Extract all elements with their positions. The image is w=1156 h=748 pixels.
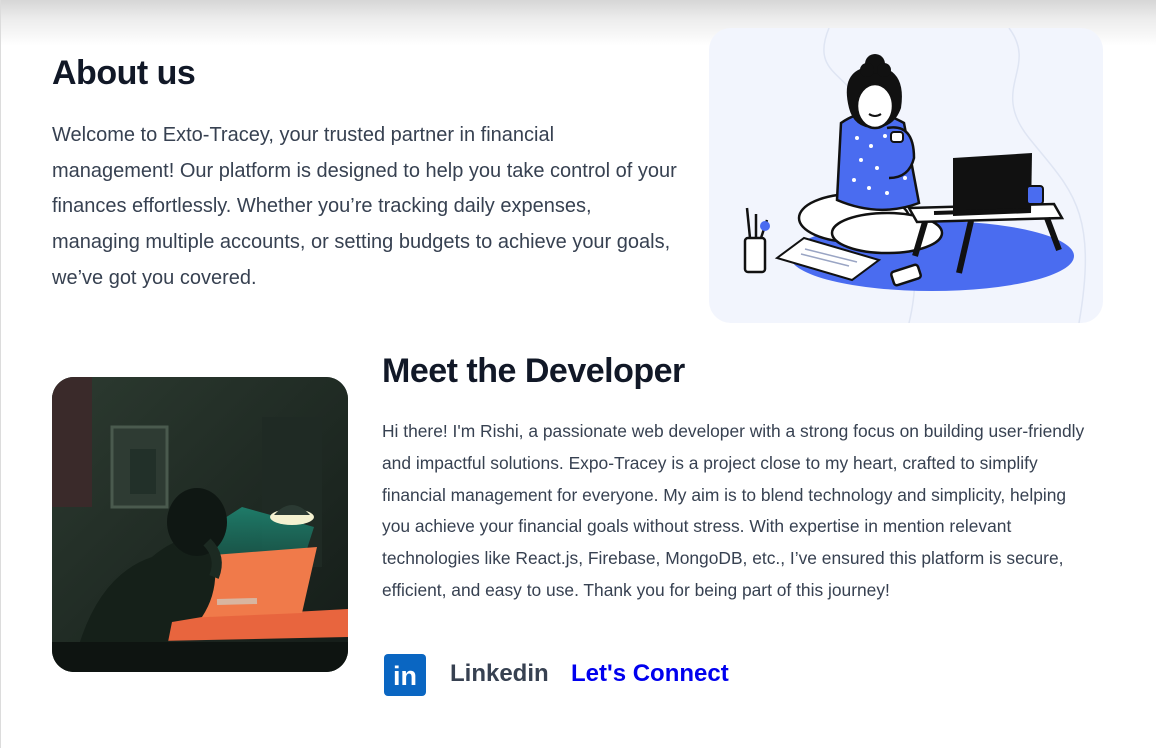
- developer-photo: [52, 377, 348, 672]
- linkedin-icon-glyph: in: [393, 661, 417, 691]
- about-description: Welcome to Exto-Tracey, your trusted par…: [52, 124, 677, 289]
- linkedin-icon[interactable]: in: [384, 654, 426, 696]
- developer-bio: Hi there! I'm Rishi, a passionate web de…: [382, 421, 1085, 600]
- about-title: About us: [52, 54, 196, 92]
- developer-section-title: Meet the Developer: [382, 352, 685, 390]
- linkedin-label: Linkedin: [450, 660, 549, 687]
- lets-connect-link[interactable]: Let's Connect: [571, 660, 729, 688]
- page-edge: [0, 0, 1, 748]
- working-woman-illustration: [709, 28, 1103, 323]
